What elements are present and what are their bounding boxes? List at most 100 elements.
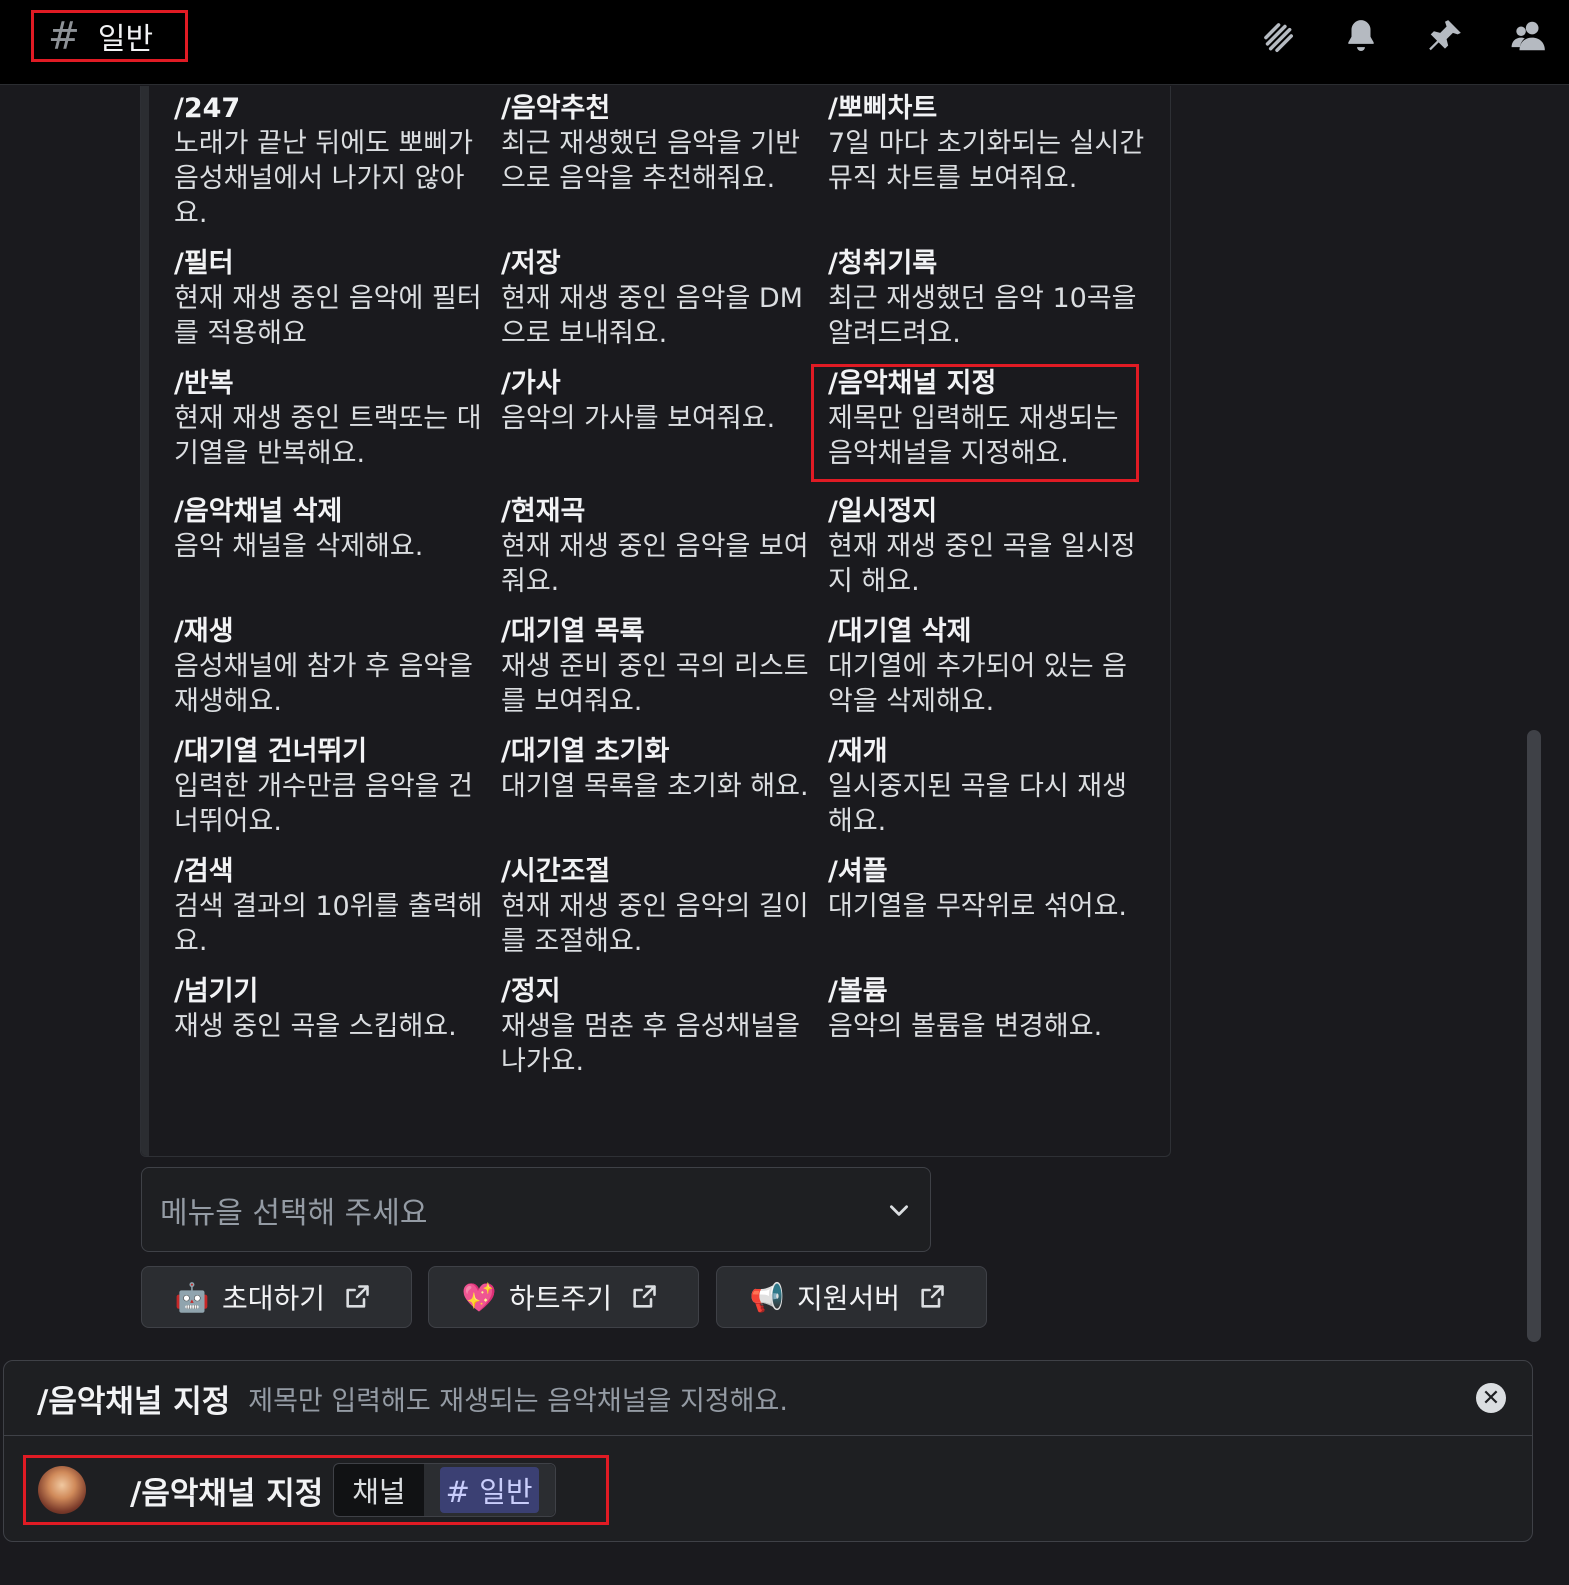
command-description: 대기열에 추가되어 있는 음악을 삭제해요. [828,651,1127,717]
option-value[interactable]: # 일반 [423,1464,555,1516]
command-description: 노래가 끝난 뒤에도 뽀삐가 음성채널에서 나가지 않아요. [174,128,473,229]
command-grid: /247 노래가 끝난 뒤에도 뽀삐가 음성채널에서 나가지 않아요. /음악추천… [174,92,1154,1079]
command-title: /셔플 [828,856,888,887]
command-title: /반복 [174,368,234,399]
chevron-down-icon [890,1204,908,1216]
menu-select[interactable]: 메뉴을 선택해 주세요 [141,1167,931,1252]
option-name: 채널 [352,1475,406,1509]
channel-name: 일반 [97,22,154,57]
command-description: 대기열 목록을 초기화 해요. [501,771,809,802]
command-title: /재생 [174,616,234,647]
close-icon[interactable]: ✕ [1476,1383,1506,1413]
channel-mention-name: 일반 [479,1475,533,1509]
command-description: 제목만 입력해도 재생되는 음악채널을 지정해요. [828,403,1119,469]
command-title: /뽀삐차트 [828,93,938,124]
support-server-button-label: 지원서버 [797,1282,901,1315]
give-heart-button[interactable]: 💖 하트주기 [428,1266,699,1328]
channel-hash-icon: # [445,1475,470,1509]
command-title: /현재곡 [501,496,586,527]
command-item: /대기열 건너뛰기입력한 개수만큼 음악을 건너뛰어요. [174,735,501,839]
command-description: 일시중지된 곡을 다시 재생해요. [828,771,1127,837]
external-link-icon [346,1285,369,1308]
command-item: /재개일시중지된 곡을 다시 재생해요. [828,735,1154,839]
members-icon[interactable] [1507,14,1551,58]
heart-icon: 💖 [461,1280,497,1314]
threads-icon[interactable] [1255,14,1299,58]
input-command-name: /음악채널 지정 [130,1475,324,1512]
command-item: /대기열 목록재생 준비 중인 곡의 리스트를 보여줘요. [501,615,828,719]
command-title: /청취기록 [828,248,938,279]
command-title: /음악채널 지정 [828,368,997,399]
slash-command-description: 제목만 입력해도 재생되는 음악채널을 지정해요. [248,1385,788,1417]
command-item: /가사음악의 가사를 보여줘요. [501,367,828,479]
bell-icon[interactable] [1339,14,1383,58]
command-item: /현재곡현재 재생 중인 음악을 보여줘요. [501,495,828,599]
command-title: /일시정지 [828,496,938,527]
command-title: /음악추천 [501,93,611,124]
slash-command-name: /음악채널 지정 [37,1383,231,1420]
command-item: /일시정지현재 재생 중인 곡을 일시정지 해요. [828,495,1154,599]
command-title: /대기열 목록 [501,616,645,647]
command-description: 현재 재생 중인 음악의 길이를 조절해요. [501,891,809,957]
command-item: /뽀삐차트 7일 마다 초기화되는 실시간 뮤직 차트를 보여줘요. [828,92,1154,231]
command-description: 현재 재생 중인 음악을 DM으로 보내줘요. [501,283,803,349]
give-heart-button-label: 하트주기 [509,1282,613,1315]
command-title: /가사 [501,368,561,399]
command-item: /대기열 초기화 대기열 목록을 초기화 해요. [501,735,828,839]
command-item: /저장현재 재생 중인 음악을 DM으로 보내줘요. [501,247,828,351]
channel-header: # 일반 [0,0,1569,85]
megaphone-icon: 📢 [749,1280,785,1314]
scrollbar-thumb[interactable] [1527,730,1541,1342]
command-title: /넘기기 [174,976,259,1007]
command-item: /정지재생을 멈춘 후 음성채널을 나가요. [501,975,828,1079]
external-link-icon [633,1285,656,1308]
command-description: 최근 재생했던 음악을 기반으로 음악을 추천해줘요. [501,128,800,194]
command-item: /볼륨음악의 볼륨을 변경해요. [828,975,1154,1079]
avatar [38,1466,86,1514]
command-title: /검색 [174,856,234,887]
command-description: 현재 재생 중인 트랙또는 대기열을 반복해요. [174,403,482,469]
slash-command-header: /음악채널 지정 제목만 입력해도 재생되는 음악채널을 지정해요. ✕ [4,1361,1532,1436]
invite-button-label: 초대하기 [222,1282,326,1315]
command-item: /반복현재 재생 중인 트랙또는 대기열을 반복해요. [174,367,501,479]
command-title: /재개 [828,736,888,767]
command-item-highlighted: /음악채널 지정제목만 입력해도 재생되는 음악채널을 지정해요. [811,364,1139,482]
command-description: 음성채널에 참가 후 음악을 재생해요. [174,651,473,717]
command-title: /시간조절 [501,856,611,887]
command-description: 최근 재생했던 음악 10곡을 알려드려요. [828,283,1137,349]
help-embed: /247 노래가 끝난 뒤에도 뽀삐가 음성채널에서 나가지 않아요. /음악추천… [140,86,1171,1157]
command-title: /정지 [501,976,561,1007]
command-title: /저장 [501,248,561,279]
slash-command-panel: /음악채널 지정 제목만 입력해도 재생되는 음악채널을 지정해요. ✕ /음악… [3,1360,1533,1542]
command-description: 대기열을 무작위로 섞어요. [828,891,1127,922]
command-description: 현재 재생 중인 곡을 일시정지 해요. [828,531,1136,597]
command-title: /필터 [174,248,234,279]
header-toolbar [1255,14,1551,58]
command-description: 재생을 멈춘 후 음성채널을 나가요. [501,1011,800,1077]
pin-icon[interactable] [1423,14,1467,58]
command-item: /음악추천최근 재생했던 음악을 기반으로 음악을 추천해줘요. [501,92,828,231]
command-item: /음악채널 삭제 음악 채널을 삭제해요. [174,495,501,599]
command-item: /시간조절현재 재생 중인 음악의 길이를 조절해요. [501,855,828,959]
command-title: /볼륨 [828,976,888,1007]
command-title: /대기열 건너뛰기 [174,736,368,767]
channel-mention: # 일반 [439,1467,539,1513]
channel-title[interactable]: # 일반 [31,10,188,62]
invite-button[interactable]: 🤖 초대하기 [141,1266,412,1328]
external-link-icon [921,1285,944,1308]
robot-icon: 🤖 [174,1280,210,1314]
command-item: /넘기기재생 중인 곡을 스킵해요. [174,975,501,1079]
command-item: /247 노래가 끝난 뒤에도 뽀삐가 음성채널에서 나가지 않아요. [174,92,501,231]
support-server-button[interactable]: 📢 지원서버 [716,1266,987,1328]
command-input[interactable]: /음악채널 지정 채널 # 일반 [23,1455,609,1525]
command-description: 음악의 볼륨을 변경해요. [828,1011,1103,1042]
command-description: 음악의 가사를 보여줘요. [501,403,776,434]
command-description: 재생 중인 곡을 스킵해요. [174,1011,457,1042]
command-description: 7일 마다 초기화되는 실시간 뮤직 차트를 보여줘요. [828,128,1145,194]
channel-option[interactable]: 채널 # 일반 [333,1463,556,1517]
command-description: 현재 재생 중인 음악을 보여줘요. [501,531,809,597]
command-description: 입력한 개수만큼 음악을 건너뛰어요. [174,771,473,837]
command-item: /검색 검색 결과의 10위를 출력해요. [174,855,501,959]
command-description: 재생 준비 중인 곡의 리스트를 보여줘요. [501,651,809,717]
command-title: /247 [174,93,241,124]
